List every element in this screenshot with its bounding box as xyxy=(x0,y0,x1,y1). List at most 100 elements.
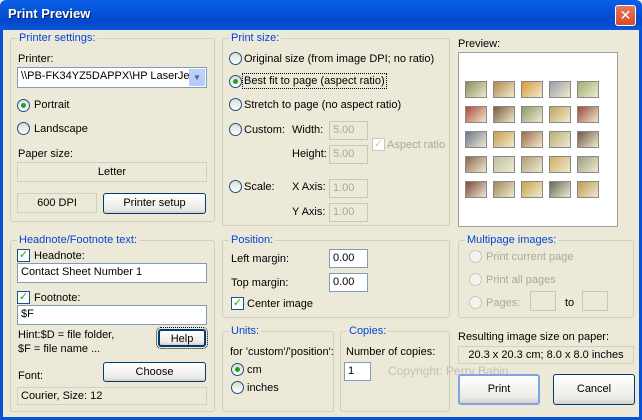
cm-radio[interactable] xyxy=(231,363,244,376)
printer-setup-button[interactable]: Printer setup xyxy=(103,193,206,214)
left-margin-label: Left margin: xyxy=(231,253,290,265)
preview-thumbnail xyxy=(521,81,543,98)
width-input[interactable]: 5.00 xyxy=(329,121,368,140)
printer-settings-label: Printer settings: xyxy=(17,32,98,44)
top-margin-label: Top margin: xyxy=(231,277,289,289)
thumbnail-grid xyxy=(465,81,601,198)
aspect-ratio-label: Aspect ratio xyxy=(387,139,446,151)
print-current-page-label: Print current page xyxy=(486,251,574,263)
original-size-label: Original size (from image DPI; no ratio) xyxy=(244,53,435,65)
pages-to-label: to xyxy=(565,297,575,309)
close-icon: ✕ xyxy=(619,7,632,23)
portrait-radio[interactable] xyxy=(17,99,30,112)
preview-thumbnail xyxy=(465,81,487,98)
help-button[interactable]: Help xyxy=(156,327,208,349)
font-label: Font: xyxy=(18,370,44,382)
paper-size-value: Letter xyxy=(17,162,207,182)
pages-from-input[interactable] xyxy=(530,291,556,311)
preview-thumbnail xyxy=(577,106,599,123)
preview-thumbnail xyxy=(521,181,543,198)
aspect-ratio-checkbox[interactable]: ✓ xyxy=(372,138,385,151)
footnote-checkbox[interactable]: ✓ xyxy=(17,291,30,304)
printer-label: Printer: xyxy=(18,53,54,65)
preview-thumbnail xyxy=(493,156,515,173)
copies-label: Copies: xyxy=(347,325,389,337)
choose-font-button[interactable]: Choose xyxy=(103,362,206,382)
y-axis-input[interactable]: 1.00 xyxy=(329,203,368,222)
hint-line-2: $F = file name ... xyxy=(18,343,101,355)
landscape-radio[interactable] xyxy=(17,122,30,135)
position-label: Position: xyxy=(229,234,276,246)
print-all-pages-radio[interactable] xyxy=(469,273,482,286)
cm-label: cm xyxy=(247,364,262,376)
preview-thumbnail xyxy=(493,81,515,98)
left-margin-input[interactable]: 0.00 xyxy=(329,249,368,268)
height-input[interactable]: 5.00 xyxy=(329,145,368,164)
preview-thumbnail xyxy=(549,156,571,173)
preview-thumbnail xyxy=(577,156,599,173)
cancel-button[interactable]: Cancel xyxy=(553,374,635,405)
preview-pane xyxy=(458,52,618,227)
pages-radio[interactable] xyxy=(469,296,482,309)
footnote-input[interactable]: $F xyxy=(17,305,207,325)
best-fit-label: Best fit to page (aspect ratio) xyxy=(242,73,387,89)
top-margin-input[interactable]: 0.00 xyxy=(329,273,368,292)
x-axis-label: X Axis: xyxy=(292,181,326,193)
preview-thumbnail xyxy=(577,181,599,198)
stretch-radio[interactable] xyxy=(229,98,242,111)
preview-label: Preview: xyxy=(458,38,501,50)
preview-thumbnail xyxy=(465,156,487,173)
height-label: Height: xyxy=(292,148,327,160)
preview-thumbnail xyxy=(493,131,515,148)
multipage-label: Multipage images: xyxy=(465,234,559,246)
preview-thumbnail xyxy=(549,181,571,198)
dpi-display: 600 DPI xyxy=(17,193,97,213)
font-value: Courier, Size: 12 xyxy=(17,387,207,405)
printer-value: \\PB-FK34YZ5DAPPX\HP LaserJe xyxy=(21,70,190,82)
hint-line-1: Hint:$D = file folder, xyxy=(18,329,115,341)
result-size-value: 20.3 x 20.3 cm; 8.0 x 8.0 inches xyxy=(458,346,634,364)
stretch-label: Stretch to page (no aspect ratio) xyxy=(244,99,402,111)
window-title: Print Preview xyxy=(8,6,91,21)
original-size-radio[interactable] xyxy=(229,52,242,65)
units-description: for 'custom'/'position': xyxy=(230,346,334,358)
center-image-label: Center image xyxy=(247,298,314,310)
preview-thumbnail xyxy=(521,106,543,123)
preview-thumbnail xyxy=(493,106,515,123)
width-label: Width: xyxy=(292,124,324,136)
print-button[interactable]: Print xyxy=(458,374,540,405)
custom-radio[interactable] xyxy=(229,123,242,136)
inches-label: inches xyxy=(247,382,279,394)
preview-thumbnail xyxy=(577,131,599,148)
headnote-checkbox[interactable]: ✓ xyxy=(17,249,30,262)
chevron-down-icon[interactable]: ▼ xyxy=(189,69,205,86)
paper-size-label: Paper size: xyxy=(18,148,74,160)
preview-thumbnail xyxy=(465,106,487,123)
print-current-page-radio[interactable] xyxy=(469,250,482,263)
pages-to-input[interactable] xyxy=(582,291,608,311)
copies-input[interactable]: 1 xyxy=(344,362,371,381)
footnote-label: Footnote: xyxy=(34,292,81,304)
portrait-label: Portrait xyxy=(34,99,70,111)
headnote-input[interactable]: Contact Sheet Number 1 xyxy=(17,263,207,283)
preview-thumbnail xyxy=(521,156,543,173)
scale-radio[interactable] xyxy=(229,180,242,193)
number-of-copies-label: Number of copies: xyxy=(346,346,436,358)
custom-label: Custom: xyxy=(244,124,285,136)
headnote-group-label: Headnote/Footnote text: xyxy=(17,234,140,246)
units-label: Units: xyxy=(229,325,262,337)
result-size-label: Resulting image size on paper: xyxy=(458,331,610,343)
preview-thumbnail xyxy=(549,131,571,148)
preview-thumbnail xyxy=(465,181,487,198)
preview-thumbnail xyxy=(577,81,599,98)
center-image-checkbox[interactable]: ✓ xyxy=(231,297,244,310)
preview-thumbnail xyxy=(549,106,571,123)
x-axis-input[interactable]: 1.00 xyxy=(329,179,368,198)
title-bar[interactable]: Print Preview ✕ xyxy=(0,0,642,30)
inches-radio[interactable] xyxy=(231,381,244,394)
print-all-pages-label: Print all pages xyxy=(486,274,556,286)
printer-dropdown[interactable]: \\PB-FK34YZ5DAPPX\HP LaserJe ▼ xyxy=(17,67,207,88)
close-button[interactable]: ✕ xyxy=(615,5,636,26)
pages-label: Pages: xyxy=(486,297,521,309)
best-fit-radio[interactable] xyxy=(229,75,242,88)
